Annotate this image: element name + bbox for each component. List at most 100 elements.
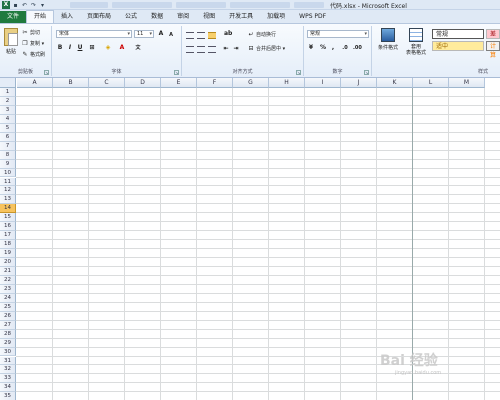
row-header-16[interactable]: 16 <box>0 222 16 232</box>
column-header-e[interactable]: E <box>161 78 197 88</box>
row-header-20[interactable]: 20 <box>0 258 16 267</box>
font-launcher-icon[interactable]: ↘ <box>174 70 179 75</box>
tab-developer[interactable]: 开发工具 <box>222 11 260 23</box>
number-format-select[interactable]: 常规 ▾ <box>307 30 369 38</box>
wrap-text-button[interactable]: ↵ 自动换行 <box>248 31 276 38</box>
align-top-icon[interactable] <box>186 32 194 39</box>
increase-indent-icon[interactable]: ⇥ <box>232 45 240 53</box>
row-header-17[interactable]: 17 <box>0 231 16 241</box>
tab-review[interactable]: 审阅 <box>170 11 196 23</box>
column-header-h[interactable]: H <box>269 78 305 88</box>
row-header-9[interactable]: 9 <box>0 159 16 169</box>
row-header-5[interactable]: 5 <box>0 123 16 133</box>
column-header-f[interactable]: F <box>197 78 233 88</box>
grow-font-button[interactable]: A <box>157 30 165 38</box>
italic-button[interactable]: I <box>66 44 74 52</box>
row-header-27[interactable]: 27 <box>0 320 16 330</box>
style-bad[interactable]: 差 <box>486 29 500 39</box>
style-normal[interactable]: 常规 <box>432 29 484 39</box>
tab-data[interactable]: 数据 <box>144 11 170 23</box>
row-header-23[interactable]: 23 <box>0 284 16 294</box>
font-size-select[interactable]: 11 ▾ <box>134 30 154 38</box>
bold-button[interactable]: B <box>56 44 64 52</box>
decrease-indent-icon[interactable]: ⇤ <box>222 45 230 53</box>
column-header-b[interactable]: B <box>53 78 89 88</box>
column-header-j[interactable]: J <box>341 78 377 88</box>
align-bottom-icon[interactable] <box>208 32 216 39</box>
align-right-icon[interactable] <box>208 46 216 53</box>
row-header-3[interactable]: 3 <box>0 105 16 115</box>
phonetic-button[interactable]: 文 <box>134 44 142 52</box>
row-header-33[interactable]: 33 <box>0 374 16 384</box>
tab-formulas[interactable]: 公式 <box>118 11 144 23</box>
row-header-21[interactable]: 21 <box>0 267 16 276</box>
row-header-2[interactable]: 2 <box>0 96 16 106</box>
row-header-8[interactable]: 8 <box>0 150 16 160</box>
comma-button[interactable]: , <box>329 44 337 52</box>
row-header-13[interactable]: 13 <box>0 195 16 205</box>
row-header-26[interactable]: 26 <box>0 311 16 321</box>
undo-icon[interactable]: ↶ <box>21 2 28 9</box>
tab-page-layout[interactable]: 页面布局 <box>80 11 118 23</box>
column-header-d[interactable]: D <box>125 78 161 88</box>
column-header-l[interactable]: L <box>413 78 449 88</box>
row-header-35[interactable]: 35 <box>0 392 16 400</box>
font-color-icon[interactable]: A <box>118 44 126 52</box>
tab-wps-pdf[interactable]: WPS PDF <box>292 11 333 23</box>
row-header-4[interactable]: 4 <box>0 114 16 124</box>
conditional-format-button[interactable]: 条件格式 <box>374 28 402 51</box>
redo-icon[interactable]: ↷ <box>30 2 37 9</box>
align-center-icon[interactable] <box>197 46 205 53</box>
paste-button[interactable]: 粘贴 <box>2 28 20 55</box>
tab-view[interactable]: 视图 <box>196 11 222 23</box>
font-name-select[interactable]: 宋体 ▾ <box>56 30 132 38</box>
select-all-corner[interactable] <box>0 78 16 88</box>
column-header-i[interactable]: I <box>305 78 341 88</box>
clipboard-launcher-icon[interactable]: ↘ <box>44 70 49 75</box>
orientation-icon[interactable]: ab <box>224 30 232 38</box>
row-header-22[interactable]: 22 <box>0 275 16 285</box>
style-calculation[interactable]: 计算 <box>486 41 500 59</box>
row-header-32[interactable]: 32 <box>0 365 16 375</box>
cut-button[interactable]: ✂ 剪切 <box>22 29 40 36</box>
row-header-25[interactable]: 25 <box>0 302 16 312</box>
border-icon[interactable]: ⊞ <box>88 44 96 52</box>
copy-button[interactable]: ❐ 复制 ▾ <box>22 40 44 47</box>
row-header-31[interactable]: 31 <box>0 356 16 366</box>
underline-button[interactable]: U <box>76 44 84 52</box>
shrink-font-button[interactable]: A <box>167 31 175 39</box>
align-left-icon[interactable] <box>186 46 194 53</box>
merge-center-button[interactable]: ⊟ 合并后居中 ▾ <box>248 45 285 52</box>
row-header-12[interactable]: 12 <box>0 186 16 196</box>
currency-icon[interactable]: ¥ <box>307 44 315 52</box>
row-header-29[interactable]: 29 <box>0 338 16 348</box>
row-header-11[interactable]: 11 <box>0 177 16 187</box>
style-neutral[interactable]: 适中 <box>432 41 484 51</box>
tab-file[interactable]: 文件 <box>0 11 26 23</box>
column-header-a[interactable]: A <box>17 78 53 88</box>
row-header-1[interactable]: 1 <box>0 88 16 97</box>
increase-decimal-icon[interactable]: .0 <box>341 44 349 52</box>
tab-home[interactable]: 开始 <box>26 10 55 23</box>
tab-insert[interactable]: 插入 <box>54 11 80 23</box>
row-header-28[interactable]: 28 <box>0 329 16 339</box>
column-header-c[interactable]: C <box>89 78 125 88</box>
format-as-table-button[interactable]: 套用 表格格式 <box>404 28 428 56</box>
row-header-14[interactable]: 14 <box>0 204 16 214</box>
row-header-18[interactable]: 18 <box>0 240 16 250</box>
row-header-6[interactable]: 6 <box>0 132 16 142</box>
percent-button[interactable]: % <box>319 44 327 52</box>
row-header-10[interactable]: 10 <box>0 168 16 178</box>
decrease-decimal-icon[interactable]: .00 <box>353 44 362 52</box>
customize-qat-icon[interactable]: ▾ <box>39 2 46 9</box>
row-header-24[interactable]: 24 <box>0 293 16 303</box>
align-middle-icon[interactable] <box>197 32 205 39</box>
save-icon[interactable]: ▪ <box>12 2 19 9</box>
row-header-30[interactable]: 30 <box>0 347 16 357</box>
column-header-k[interactable]: K <box>377 78 413 88</box>
row-header-34[interactable]: 34 <box>0 383 16 393</box>
alignment-launcher-icon[interactable]: ↘ <box>296 70 301 75</box>
number-launcher-icon[interactable]: ↘ <box>364 70 369 75</box>
format-painter-button[interactable]: ✎ 格式刷 <box>22 51 45 58</box>
row-header-19[interactable]: 19 <box>0 249 16 259</box>
